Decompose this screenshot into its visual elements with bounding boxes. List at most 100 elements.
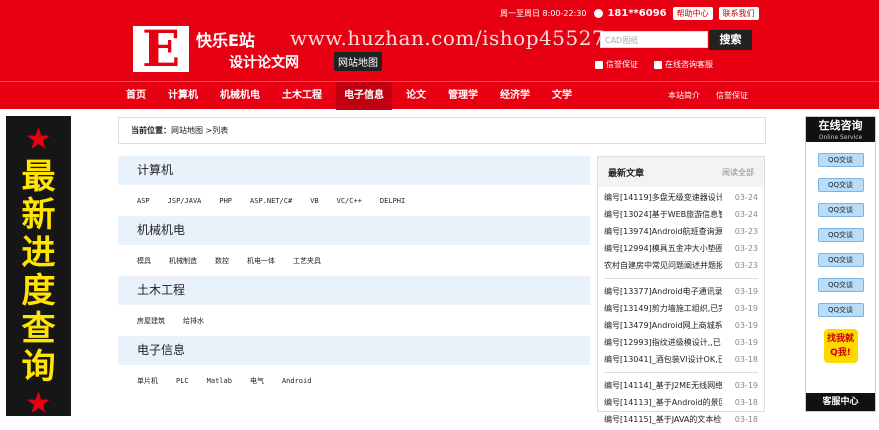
top-info-bar: 周一至周日 8:00-22:30 181**6096 帮助中心 联系我们	[500, 6, 759, 20]
news-item[interactable]: 编号[13377]Android电子通讯录, 03-19	[604, 283, 758, 300]
news-item[interactable]: 编号[13024]基于WEB旅游信息管理 03-24	[604, 206, 758, 223]
search-button[interactable]: 搜索	[709, 30, 752, 50]
news-item[interactable]: 编号[14119]多盘无级变速器设计, 03-24	[604, 189, 758, 206]
nav-item[interactable]: 首页	[118, 82, 154, 110]
news-title[interactable]: 编号[13149]剪力墙施工组织,已完	[604, 300, 722, 317]
phone-number: 181**6096	[594, 8, 667, 19]
category-link[interactable]: 机电一体	[247, 256, 275, 266]
qq-chat-button[interactable]: QQ交谈	[817, 178, 864, 192]
news-item[interactable]: 编号[14113]_基于Android的景区 03-18	[604, 394, 758, 411]
consult-title: 在线咨询	[818, 119, 863, 132]
category-link[interactable]: ASP	[137, 197, 150, 205]
main-nav: 首页 计算机 机械机电 土木工程 电子信息 论文 管理学 经济学 文学 本站简介 信誉保证	[0, 81, 879, 110]
news-title[interactable]: 编号[13479]Android网上商城系统	[604, 317, 722, 334]
news-item[interactable]: 编号[12994]模具五金冲大小垫圈 03-23	[604, 240, 758, 257]
search-input[interactable]: CAD图纸	[600, 31, 708, 48]
credit-guarantee-link[interactable]: 信誉保证	[595, 59, 638, 70]
help-center-link[interactable]: 帮助中心	[672, 6, 713, 20]
news-title[interactable]: 编号[14115]_基于JAVA的文本检索	[604, 411, 722, 428]
category-heading[interactable]: 计算机	[118, 156, 590, 185]
category-link[interactable]: ASP.NET/C#	[250, 197, 292, 205]
category-link[interactable]: VB	[310, 197, 318, 205]
news-date: 03-19	[734, 304, 758, 313]
service-hours: 周一至周日 8:00-22:30	[500, 8, 587, 18]
news-item[interactable]: 编号[12993]指纹进级模设计,,已 03-19	[604, 334, 758, 351]
nav-right-item[interactable]: 信誉保证	[708, 82, 756, 110]
category-links: 单片机 PLC Matlab 电气 Android	[118, 365, 590, 396]
news-title[interactable]: 编号[14113]_基于Android的景区	[604, 394, 722, 411]
qq-chat-button[interactable]: QQ交谈	[817, 253, 864, 267]
category-links: 房屋建筑 给排水	[118, 305, 590, 336]
news-title[interactable]: 农村自建房中常见问题阐述并题报	[604, 257, 722, 274]
qq-chat-button[interactable]: QQ交谈	[817, 303, 864, 317]
category-link[interactable]: 给排水	[183, 316, 204, 326]
online-consult-widget: 在线咨询 Online Service QQ交谈 QQ交谈 QQ交谈 QQ交谈 QQ交谈…	[805, 116, 876, 412]
nav-item[interactable]: 土木工程	[274, 82, 330, 110]
category-link[interactable]: 工艺夹具	[293, 256, 321, 266]
category-link[interactable]: 电气	[250, 376, 264, 386]
category-link[interactable]: PHP	[219, 197, 232, 205]
customer-service-button[interactable]: 客服中心	[806, 393, 875, 411]
qq-list: QQ交谈 QQ交谈 QQ交谈 QQ交谈 QQ交谈 QQ交谈 QQ交谈	[806, 153, 875, 317]
nav-item[interactable]: 机械机电	[212, 82, 268, 110]
news-item[interactable]: 编号[13479]Android网上商城系统 03-19	[604, 317, 758, 334]
read-all-link[interactable]: 阅读全部	[722, 167, 754, 178]
news-item[interactable]: 编号[13041]_酒包装VI设计OK,已 03-18	[604, 351, 758, 368]
news-date: 03-19	[734, 287, 758, 296]
nav-item[interactable]: 文学	[544, 82, 580, 110]
news-item[interactable]: 编号[14114]_基于J2ME无线网络移 03-19	[604, 377, 758, 394]
news-item[interactable]: 编号[13974]Android航班查询源码 03-23	[604, 223, 758, 240]
category-heading[interactable]: 土木工程	[118, 276, 590, 305]
category-link[interactable]: 机械制造	[169, 256, 197, 266]
news-date: 03-24	[734, 193, 758, 202]
latest-header: 最新文章 阅读全部	[598, 157, 764, 187]
category-link[interactable]: PLC	[176, 377, 189, 385]
qq-chat-button[interactable]: QQ交谈	[817, 203, 864, 217]
news-title[interactable]: 编号[13974]Android航班查询源码	[604, 223, 722, 240]
news-title[interactable]: 编号[12994]模具五金冲大小垫圈	[604, 240, 722, 257]
news-title[interactable]: 编号[13377]Android电子通讯录,	[604, 283, 722, 300]
news-item[interactable]: 农村自建房中常见问题阐述并题报 03-23	[604, 257, 758, 274]
category-link[interactable]: 模具	[137, 256, 151, 266]
nav-item[interactable]: 计算机	[160, 82, 206, 110]
news-title[interactable]: 编号[13041]_酒包装VI设计OK,已	[604, 351, 722, 368]
nav-item[interactable]: 电子信息	[336, 82, 392, 110]
news-item[interactable]: 编号[14115]_基于JAVA的文本检索 03-18	[604, 411, 758, 428]
site-map-link[interactable]: 网站地图	[334, 52, 382, 71]
find-me-badge[interactable]: 找我就Q我!	[823, 329, 858, 363]
shield-icon	[595, 60, 603, 69]
category-heading[interactable]: 机械机电	[118, 216, 590, 245]
category-heading[interactable]: 电子信息	[118, 336, 590, 365]
category-link[interactable]: Android	[282, 377, 312, 385]
progress-query-banner[interactable]: ★ 最新进度查询 ★	[6, 116, 71, 421]
nav-right-item[interactable]: 本站简介	[660, 82, 708, 110]
category-link[interactable]: 数控	[215, 256, 229, 266]
news-item[interactable]: 编号[13149]剪力墙施工组织,已完 03-19	[604, 300, 758, 317]
category-link[interactable]: Matlab	[207, 377, 232, 385]
news-title[interactable]: 编号[14119]多盘无级变速器设计,	[604, 189, 722, 206]
qq-chat-button[interactable]: QQ交谈	[817, 153, 864, 167]
nav-item[interactable]: 经济学	[492, 82, 538, 110]
nav-items: 首页 计算机 机械机电 土木工程 电子信息 论文 管理学 经济学 文学	[118, 82, 586, 110]
category-link[interactable]: VC/C++	[337, 197, 362, 205]
category-link[interactable]: JSP/JAVA	[168, 197, 202, 205]
category-link[interactable]: 房屋建筑	[137, 316, 165, 326]
nav-item[interactable]: 管理学	[440, 82, 486, 110]
news-title[interactable]: 编号[13024]基于WEB旅游信息管理	[604, 206, 722, 223]
logo[interactable]: E	[133, 24, 189, 74]
category-link[interactable]: 单片机	[137, 376, 158, 386]
qq-chat-button[interactable]: QQ交谈	[817, 228, 864, 242]
phone-icon	[594, 8, 604, 18]
news-date: 03-18	[734, 415, 758, 424]
contact-us-link[interactable]: 联系我们	[718, 6, 759, 20]
breadcrumb-path[interactable]: 网站地图 >列表	[171, 126, 228, 135]
news-title[interactable]: 编号[12993]指纹进级模设计,,已	[604, 334, 722, 351]
news-date: 03-18	[734, 355, 758, 364]
news-title[interactable]: 编号[14114]_基于J2ME无线网络移	[604, 377, 722, 394]
nav-item[interactable]: 论文	[398, 82, 434, 110]
category-list: 计算机 ASP JSP/JAVA PHP ASP.NET/C# VB VC/C++ DELPH…	[118, 156, 590, 412]
category-link[interactable]: DELPHI	[380, 197, 405, 205]
online-service-link[interactable]: 在线咨询客服	[654, 59, 713, 70]
qq-chat-button[interactable]: QQ交谈	[817, 278, 864, 292]
category-links: 模具 机械制造 数控 机电一体 工艺夹具	[118, 245, 590, 276]
